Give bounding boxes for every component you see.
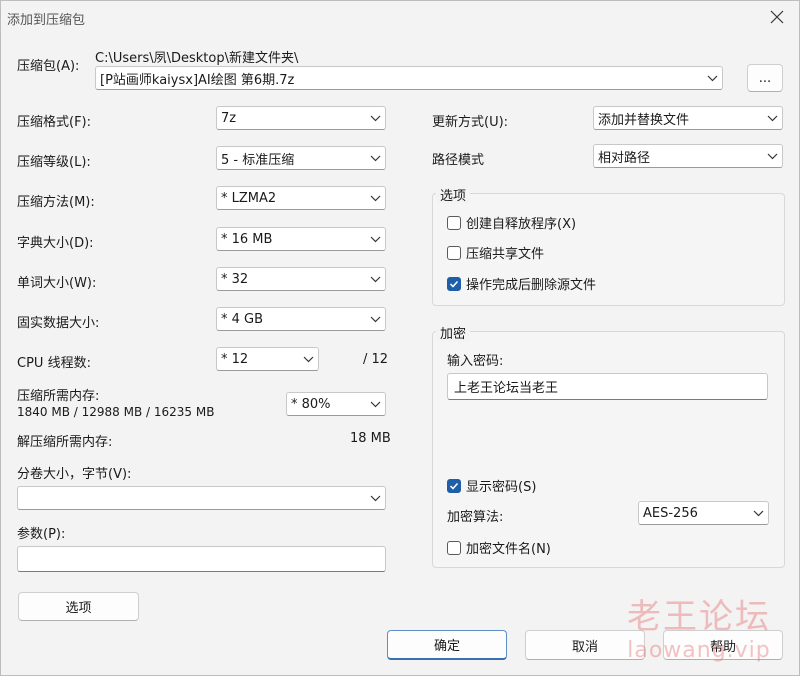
level-label: 压缩等级(L):	[17, 155, 91, 170]
format-label: 压缩格式(F):	[17, 115, 92, 130]
options-button[interactable]: 选项	[18, 592, 139, 621]
chevron-down-icon	[365, 147, 385, 169]
algo-value: AES-256	[643, 505, 698, 521]
checkbox-box	[447, 215, 461, 230]
checkbox-box	[447, 245, 461, 260]
checkmark-icon	[447, 478, 461, 493]
chevron-down-icon	[365, 187, 385, 209]
encrypt-names-label: 加密文件名(N)	[466, 542, 551, 557]
threads-max: / 12	[363, 352, 389, 367]
shared-label: 压缩共享文件	[466, 247, 545, 262]
sfx-label: 创建自释放程序(X)	[466, 217, 577, 232]
method-value: * LZMA2	[221, 190, 277, 206]
update-label: 更新方式(U):	[432, 115, 509, 130]
mem-usage-combo[interactable]: * 80%	[286, 392, 386, 416]
mem-usage-value: * 80%	[291, 396, 331, 412]
params-input[interactable]	[17, 546, 386, 572]
mem-decomp-value: 18 MB	[350, 431, 391, 446]
show-password-label: 显示密码(S)	[466, 480, 537, 495]
checkmark-icon	[447, 276, 461, 291]
window-title: 添加到压缩包	[7, 13, 86, 28]
threads-label: CPU 线程数:	[17, 356, 91, 371]
options-group-title: 选项	[436, 185, 471, 204]
level-value: 5 - 标准压缩	[221, 152, 295, 168]
password-label: 输入密码:	[447, 354, 504, 369]
word-value: * 32	[221, 271, 249, 287]
pathmode-label: 路径模式	[432, 153, 485, 168]
sfx-checkbox[interactable]: 创建自释放程序(X)	[447, 213, 576, 232]
close-icon	[770, 10, 784, 24]
threads-value: * 12	[221, 351, 249, 367]
watermark: 老王论坛 laowang.vip	[627, 589, 771, 663]
watermark-line2: laowang.vip	[627, 638, 771, 663]
chevron-down-icon	[762, 107, 782, 129]
checkbox-box	[447, 540, 461, 555]
chevron-down-icon	[365, 107, 385, 129]
method-combo[interactable]: * LZMA2	[216, 186, 386, 210]
chevron-down-icon	[365, 268, 385, 290]
archive-name-value: [P站画师kaiysx]AI绘图 第6期.7z	[100, 72, 295, 88]
format-value: 7z	[221, 110, 237, 126]
dialog-window: 添加到压缩包 压缩包(A): C:\Users\夙\Desktop\新建文件夹\…	[0, 0, 800, 676]
format-combo[interactable]: 7z	[216, 106, 386, 130]
volume-label: 分卷大小，字节(V):	[17, 467, 132, 482]
update-combo[interactable]: 添加并替换文件	[593, 106, 783, 130]
password-input[interactable]	[447, 373, 768, 400]
encryption-group-title: 加密	[436, 323, 471, 342]
level-combo[interactable]: 5 - 标准压缩	[216, 146, 386, 170]
chevron-down-icon	[365, 308, 385, 330]
dict-label: 字典大小(D):	[17, 236, 94, 251]
ok-button[interactable]: 确定	[387, 630, 507, 660]
title-bar: 添加到压缩包	[1, 1, 799, 33]
encrypt-names-checkbox[interactable]: 加密文件名(N)	[447, 538, 551, 557]
delete-label: 操作完成后删除源文件	[466, 278, 597, 293]
archive-path: C:\Users\夙\Desktop\新建文件夹\	[95, 51, 299, 66]
shared-checkbox[interactable]: 压缩共享文件	[447, 243, 544, 262]
chevron-down-icon	[748, 502, 768, 524]
close-button[interactable]	[763, 5, 791, 29]
pathmode-combo[interactable]: 相对路径	[593, 144, 783, 168]
watermark-line1: 老王论坛	[627, 597, 771, 637]
method-label: 压缩方法(M):	[17, 195, 95, 210]
pathmode-value: 相对路径	[598, 150, 651, 166]
word-label: 单词大小(W):	[17, 276, 97, 291]
browse-button[interactable]: ...	[747, 64, 783, 92]
solid-combo[interactable]: * 4 GB	[216, 307, 386, 331]
archive-name-combo[interactable]: [P站画师kaiysx]AI绘图 第6期.7z	[95, 66, 723, 90]
show-password-checkbox[interactable]: 显示密码(S)	[447, 476, 536, 495]
solid-value: * 4 GB	[221, 311, 264, 327]
delete-checkbox[interactable]: 操作完成后删除源文件	[447, 274, 596, 293]
mem-decomp-label: 解压缩所需内存:	[17, 435, 113, 450]
chevron-down-icon	[762, 145, 782, 167]
update-value: 添加并替换文件	[598, 112, 690, 128]
chevron-down-icon	[365, 228, 385, 250]
mem-comp-label: 压缩所需内存:	[17, 389, 100, 404]
algo-combo[interactable]: AES-256	[638, 501, 769, 525]
chevron-down-icon	[702, 67, 722, 89]
params-label: 参数(P):	[17, 527, 66, 542]
volume-combo[interactable]	[17, 486, 386, 510]
word-combo[interactable]: * 32	[216, 267, 386, 291]
algo-label: 加密算法:	[447, 510, 504, 525]
threads-combo[interactable]: * 12	[216, 347, 319, 371]
solid-label: 固实数据大小:	[17, 316, 100, 331]
chevron-down-icon	[298, 348, 318, 370]
dict-value: * 16 MB	[221, 231, 273, 247]
dict-combo[interactable]: * 16 MB	[216, 227, 386, 251]
mem-comp-detail: 1840 MB / 12988 MB / 16235 MB	[17, 405, 215, 419]
chevron-down-icon	[365, 487, 385, 509]
archive-label: 压缩包(A):	[17, 59, 80, 74]
chevron-down-icon	[365, 393, 385, 415]
